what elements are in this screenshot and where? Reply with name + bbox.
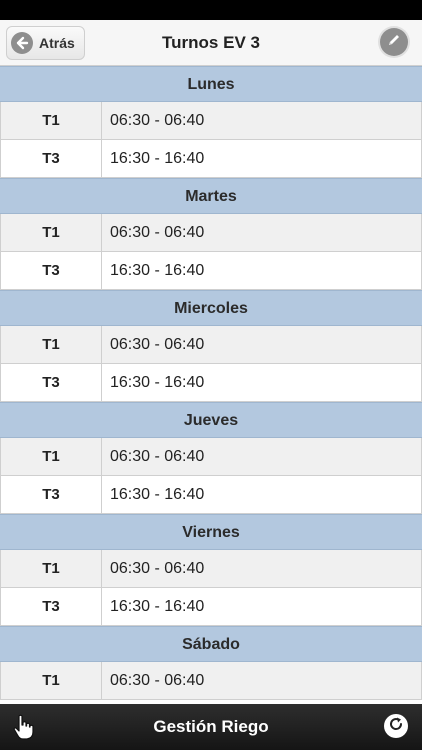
shift-time: 06:30 - 06:40 — [102, 438, 422, 475]
status-bar — [0, 0, 422, 20]
shift-turn: T3 — [0, 476, 102, 513]
shift-time: 16:30 - 16:40 — [102, 476, 422, 513]
shift-row[interactable]: T3 16:30 - 16:40 — [0, 588, 422, 626]
refresh-button[interactable] — [384, 714, 408, 738]
back-button-label: Atrás — [39, 35, 75, 51]
arrow-left-icon — [11, 32, 33, 54]
shift-row[interactable]: T1 06:30 - 06:40 — [0, 438, 422, 476]
shift-row[interactable]: T3 16:30 - 16:40 — [0, 476, 422, 514]
shift-time: 06:30 - 06:40 — [102, 214, 422, 251]
shift-turn: T1 — [0, 214, 102, 251]
shift-turn: T3 — [0, 252, 102, 289]
shift-row[interactable]: T1 06:30 - 06:40 — [0, 662, 422, 700]
shift-turn: T1 — [0, 662, 102, 699]
refresh-icon — [388, 716, 404, 737]
shift-row[interactable]: T1 06:30 - 06:40 — [0, 214, 422, 252]
shift-turn: T1 — [0, 438, 102, 475]
day-header: Viernes — [0, 514, 422, 550]
footer-bar: Gestión Riego — [0, 704, 422, 750]
shift-turn: T3 — [0, 588, 102, 625]
shift-row[interactable]: T3 16:30 - 16:40 — [0, 140, 422, 178]
day-header: Jueves — [0, 402, 422, 438]
shift-time: 16:30 - 16:40 — [102, 588, 422, 625]
shift-time: 16:30 - 16:40 — [102, 140, 422, 177]
day-header: Miercoles — [0, 290, 422, 326]
shift-time: 06:30 - 06:40 — [102, 550, 422, 587]
shift-row[interactable]: T1 06:30 - 06:40 — [0, 102, 422, 140]
shift-turn: T1 — [0, 326, 102, 363]
shift-row[interactable]: T3 16:30 - 16:40 — [0, 252, 422, 290]
shift-row[interactable]: T1 06:30 - 06:40 — [0, 326, 422, 364]
shift-turn: T1 — [0, 102, 102, 139]
shift-row[interactable]: T3 16:30 - 16:40 — [0, 364, 422, 402]
shift-turn: T3 — [0, 364, 102, 401]
back-button[interactable]: Atrás — [6, 26, 85, 60]
day-header: Martes — [0, 178, 422, 214]
shift-turn: T1 — [0, 550, 102, 587]
day-header: Sábado — [0, 626, 422, 662]
pencil-icon — [386, 32, 402, 53]
day-header: Lunes — [0, 66, 422, 102]
shift-time: 06:30 - 06:40 — [102, 102, 422, 139]
nav-header: Atrás Turnos EV 3 — [0, 20, 422, 66]
shift-turn: T3 — [0, 140, 102, 177]
shift-time: 16:30 - 16:40 — [102, 364, 422, 401]
shift-time: 16:30 - 16:40 — [102, 252, 422, 289]
schedule-list[interactable]: Lunes T1 06:30 - 06:40 T3 16:30 - 16:40 Marte… — [0, 66, 422, 704]
shift-time: 06:30 - 06:40 — [102, 326, 422, 363]
edit-button[interactable] — [380, 28, 408, 56]
shift-time: 06:30 - 06:40 — [102, 662, 422, 699]
hand-pointer-icon[interactable] — [8, 712, 38, 742]
shift-row[interactable]: T1 06:30 - 06:40 — [0, 550, 422, 588]
app-title: Gestión Riego — [153, 717, 269, 736]
